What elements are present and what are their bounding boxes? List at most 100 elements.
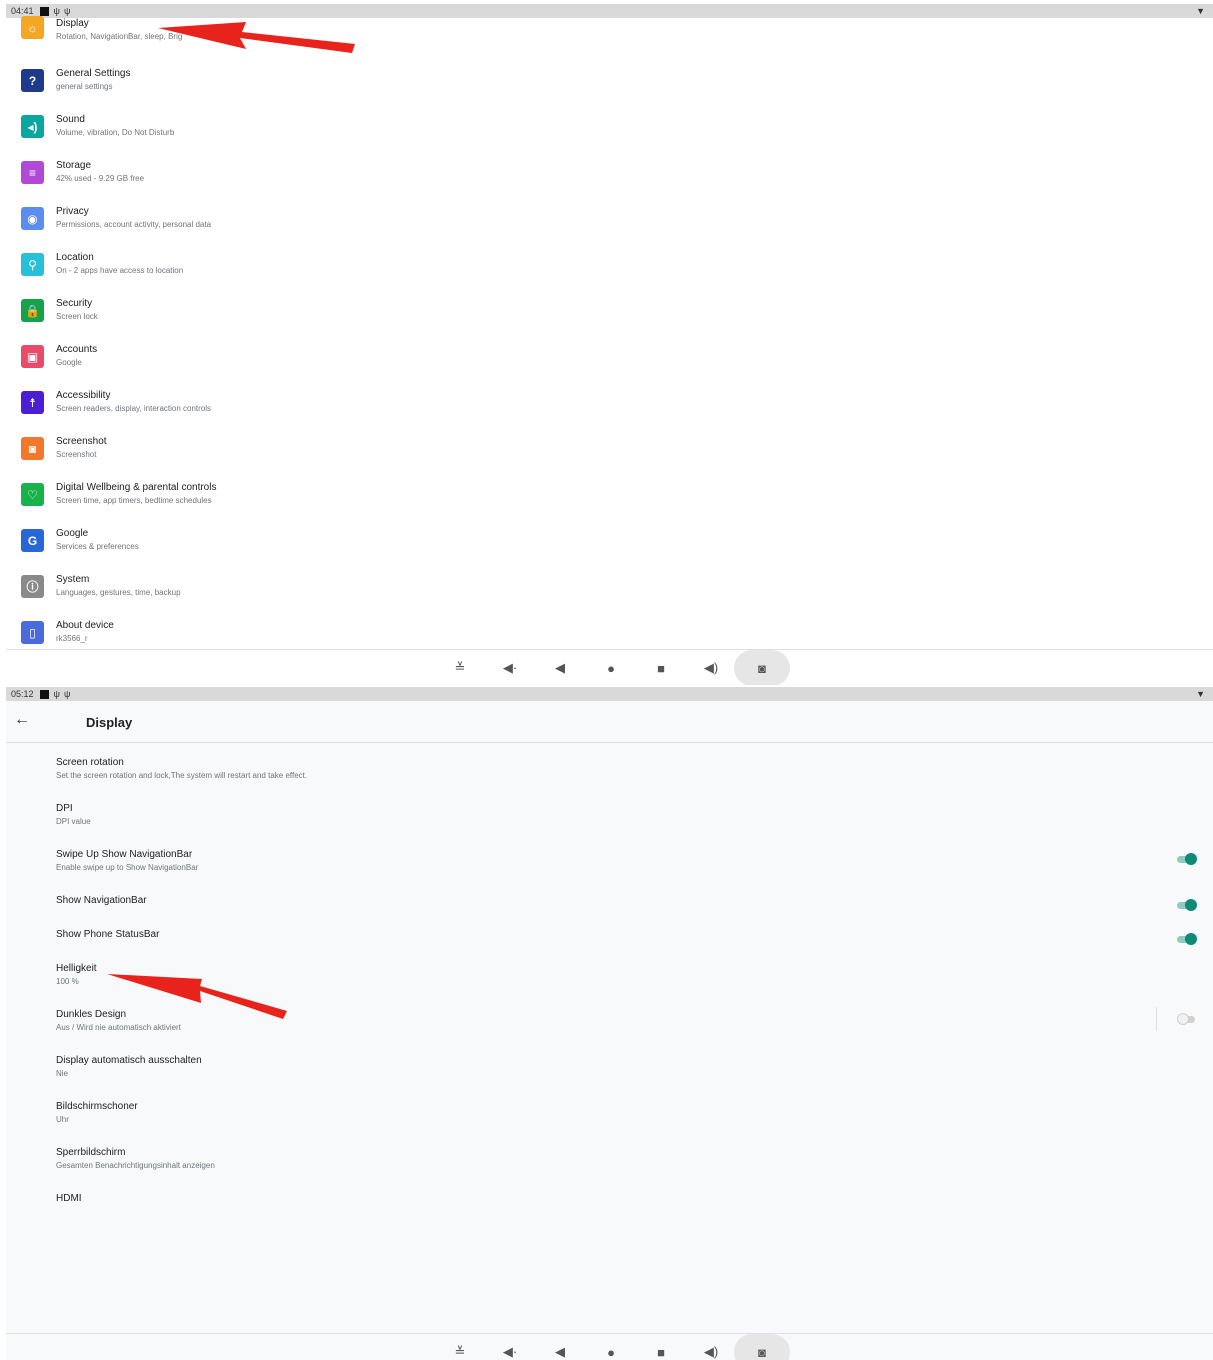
settings-item-google[interactable]: G Google Services & preferences: [6, 521, 1213, 567]
pref-title: Screen rotation: [56, 757, 124, 768]
lock-icon: 🔒: [21, 299, 44, 322]
settings-item-title: Security: [56, 298, 93, 309]
pref-bildschirmschoner[interactable]: Bildschirmschoner Uhr: [6, 1097, 1213, 1143]
pref-title: Sperrbildschirm: [56, 1147, 126, 1158]
toggle-knob: [1177, 1013, 1189, 1025]
pref-summary: Gesamten Benachrichtigungsinhalt anzeige…: [56, 1161, 215, 1170]
settings-item-subtitle: Screen lock: [56, 312, 98, 321]
pref-title: Show Phone StatusBar: [56, 929, 160, 940]
settings-item-title: Sound: [56, 114, 85, 125]
settings-item-subtitle: Permissions, account activity, personal …: [56, 220, 212, 229]
settings-item-subtitle: rk3566_r: [56, 634, 88, 643]
display-settings-screen: 05:12 ψ ψ ▼ ← Display Screen rotation Set…: [6, 687, 1213, 1360]
settings-item-subtitle: Volume, vibration, Do Not Disturb: [56, 128, 175, 137]
pref-summary: 100 %: [56, 977, 79, 986]
recents-icon[interactable]: ■: [636, 1334, 686, 1360]
usb-icon: ψ: [53, 689, 60, 699]
settings-item-screenshot[interactable]: ◙ Screenshot Screenshot: [6, 429, 1213, 475]
settings-item-location[interactable]: ⚲ Location On - 2 apps have access to loca…: [6, 245, 1213, 291]
settings-item-subtitle: Screen readers, display, interaction con…: [56, 404, 212, 413]
toggle-knob: [1185, 933, 1197, 945]
settings-item-storage[interactable]: ≡ Storage 42% used - 9.29 GB free: [6, 153, 1213, 199]
display-icon: ☼: [21, 16, 44, 39]
back-arrow-icon[interactable]: ←: [14, 711, 30, 729]
status-time: 04:41: [11, 6, 34, 16]
page-title: Display: [86, 715, 133, 730]
storage-icon: ≡: [21, 161, 44, 184]
toggle-dark-theme[interactable]: [1177, 1013, 1197, 1025]
navigation-bar: ≚ ◀· ◀ ● ■ ◀) ◙: [6, 649, 1213, 685]
pref-title: HDMI: [56, 1193, 82, 1204]
google-icon: G: [21, 529, 44, 552]
home-icon[interactable]: ●: [586, 1334, 636, 1360]
settings-screen: 04:41 ψ ψ ▼ ☼ Display Rotation, Navigation…: [6, 4, 1213, 685]
toggle-show-navbar[interactable]: [1177, 899, 1197, 911]
settings-item-subtitle: Languages, gestures, time, backup: [56, 588, 181, 597]
pref-summary: DPI value: [56, 817, 91, 826]
settings-item-subtitle: Screenshot: [56, 450, 97, 459]
settings-item-title: Screenshot: [56, 436, 107, 447]
pref-summary: Nie: [56, 1069, 69, 1078]
settings-item-subtitle: general settings: [56, 82, 113, 91]
volume-up-icon[interactable]: ◀): [686, 1334, 736, 1360]
settings-item-accounts[interactable]: ▣ Accounts Google: [6, 337, 1213, 383]
toggle-swipe-up-show-navbar[interactable]: [1177, 853, 1197, 865]
navigation-bar: ≚ ◀· ◀ ● ■ ◀) ◙: [6, 1333, 1213, 1360]
settings-item-digital-wellbeing-parental-controls[interactable]: ♡ Digital Wellbeing & parental controls Sc…: [6, 475, 1213, 521]
back-icon[interactable]: ◀: [535, 650, 585, 685]
collapse-icon[interactable]: ≚: [435, 1334, 485, 1360]
screenshot-camera-icon[interactable]: ◙: [734, 650, 790, 685]
usb-icon: ψ: [53, 6, 60, 16]
settings-item-title: Location: [56, 252, 94, 263]
settings-item-display[interactable]: ☼ Display Rotation, NavigationBar, sleep, …: [6, 16, 1213, 62]
volume-down-icon[interactable]: ◀·: [485, 1334, 535, 1360]
device-info-icon: ▯: [21, 621, 44, 644]
pref-title: Bildschirmschoner: [56, 1101, 138, 1112]
settings-item-title: Storage: [56, 160, 92, 171]
volume-up-icon[interactable]: ◀): [686, 650, 736, 685]
pref-title: DPI: [56, 803, 73, 814]
pref-dpi[interactable]: DPI DPI value: [6, 799, 1213, 845]
pref-swipe-up-show-navigationbar[interactable]: Swipe Up Show NavigationBar Enable swipe …: [6, 845, 1213, 891]
app-bar: ← Display: [6, 701, 1213, 743]
pref-dunkles-design[interactable]: Dunkles Design Aus / Wird nie automatisch…: [6, 1005, 1213, 1051]
pref-title: Dunkles Design: [56, 1009, 127, 1020]
pref-helligkeit[interactable]: Helligkeit 100 %: [6, 959, 1213, 1005]
settings-item-general-settings[interactable]: ? General Settings general settings: [6, 61, 1213, 107]
settings-item-security[interactable]: 🔒 Security Screen lock: [6, 291, 1213, 337]
usb-debug-icon: ψ: [63, 6, 71, 16]
pref-display-automatisch-ausschalten[interactable]: Display automatisch ausschalten Nie: [6, 1051, 1213, 1097]
pref-summary: Enable swipe up to Show NavigationBar: [56, 863, 199, 872]
collapse-icon[interactable]: ≚: [435, 650, 485, 685]
wifi-icon: ▼: [1196, 689, 1205, 699]
settings-item-title: System: [56, 574, 90, 585]
toggle-divider: [1156, 1007, 1157, 1031]
pref-title: Display automatisch ausschalten: [56, 1055, 202, 1066]
pref-hdmi[interactable]: HDMI: [6, 1189, 1213, 1235]
settings-item-system[interactable]: ⓘ System Languages, gestures, time, backup: [6, 567, 1213, 613]
home-icon[interactable]: ●: [586, 650, 636, 685]
settings-item-subtitle: Screen time, app timers, bedtime schedul…: [56, 496, 212, 505]
recents-icon[interactable]: ■: [636, 650, 686, 685]
pref-summary: Uhr: [56, 1115, 69, 1124]
back-icon[interactable]: ◀: [535, 1334, 585, 1360]
settings-item-subtitle: Services & preferences: [56, 542, 139, 551]
pref-summary: Aus / Wird nie automatisch aktiviert: [56, 1023, 181, 1032]
settings-item-privacy[interactable]: ◉ Privacy Permissions, account activity, p…: [6, 199, 1213, 245]
settings-item-sound[interactable]: ◂) Sound Volume, vibration, Do Not Disturb: [6, 107, 1213, 153]
pref-screen-rotation[interactable]: Screen rotation Set the screen rotation a…: [6, 753, 1213, 799]
settings-item-subtitle: Google: [56, 358, 82, 367]
pref-title: Show NavigationBar: [56, 895, 147, 906]
status-time: 05:12: [11, 689, 34, 699]
settings-item-title: Accounts: [56, 344, 98, 355]
notification-square-icon: [39, 689, 49, 699]
pref-sperrbildschirm[interactable]: Sperrbildschirm Gesamten Benachrichtigung…: [6, 1143, 1213, 1189]
toggle-show-phone-statusbar[interactable]: [1177, 933, 1197, 945]
settings-item-subtitle: 42% used - 9.29 GB free: [56, 174, 145, 183]
volume-down-icon[interactable]: ◀·: [485, 650, 535, 685]
settings-item-accessibility[interactable]: ☨ Accessibility Screen readers, display, i…: [6, 383, 1213, 429]
usb-debug-icon: ψ: [63, 689, 71, 699]
account-box-icon: ▣: [21, 345, 44, 368]
volume-icon: ◂): [21, 115, 44, 138]
screenshot-camera-icon[interactable]: ◙: [734, 1334, 790, 1360]
